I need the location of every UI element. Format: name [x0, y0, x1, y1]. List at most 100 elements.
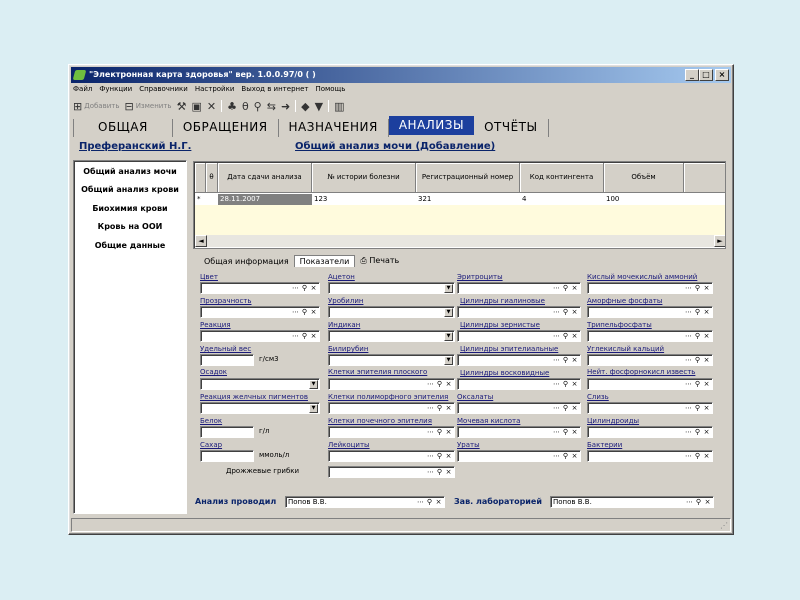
export-icon[interactable]: ➜ [281, 101, 290, 112]
uric-acid-field[interactable]: ⋯ ⚲ × [457, 426, 581, 438]
sidebar-item-blood[interactable]: Общий анализ крови [74, 185, 186, 194]
search-icon[interactable]: ⚲ [254, 101, 262, 112]
hyaline-field[interactable]: ⋯ ⚲ × [457, 306, 581, 318]
sidebar-item-biochem[interactable]: Биохимия крови [74, 204, 186, 213]
ellipsis-icon[interactable]: ⋯ [552, 356, 561, 365]
reaction-field[interactable]: ⋯ ⚲ × [200, 330, 320, 342]
maximize-button[interactable]: □ [699, 69, 713, 81]
clear-icon[interactable]: × [444, 468, 453, 477]
renal-epi-field[interactable]: ⋯ ⚲ × [328, 426, 455, 438]
leukocytes-field[interactable]: ⋯ ⚲ × [328, 450, 455, 462]
search-icon[interactable]: ⚲ [435, 404, 444, 413]
ellipsis-icon[interactable]: ⋯ [426, 428, 435, 437]
search-icon[interactable]: ⚲ [561, 284, 570, 293]
clear-icon[interactable]: × [570, 356, 579, 365]
chevron-down-icon[interactable]: ▼ [444, 308, 453, 317]
tab-analyses[interactable]: АНАЛИЗЫ [388, 116, 475, 135]
amorph-phos-field[interactable]: ⋯ ⚲ × [587, 306, 713, 318]
search-icon[interactable]: ⚲ [561, 404, 570, 413]
menu-file[interactable]: Файл [73, 85, 92, 97]
ellipsis-icon[interactable]: ⋯ [426, 452, 435, 461]
add-button[interactable]: ⊞ Добавить [73, 101, 119, 112]
bilirubin-select[interactable]: ▼ [328, 354, 455, 366]
ellipsis-icon[interactable]: ⋯ [552, 332, 561, 341]
attach-icon[interactable]: θ [242, 101, 249, 112]
search-icon[interactable]: ⚲ [693, 332, 702, 341]
oxalates-field[interactable]: ⋯ ⚲ × [457, 402, 581, 414]
clear-icon[interactable]: × [309, 284, 318, 293]
sugar-input[interactable] [200, 450, 254, 462]
search-icon[interactable]: ⚲ [693, 380, 702, 389]
clear-icon[interactable]: × [702, 404, 711, 413]
import-icon[interactable]: ⇆ [267, 101, 276, 112]
cell-reg[interactable]: 321 [416, 194, 520, 205]
clear-icon[interactable]: × [702, 356, 711, 365]
ellipsis-icon[interactable]: ⋯ [426, 404, 435, 413]
ellipsis-icon[interactable]: ⋯ [685, 498, 694, 507]
clear-icon[interactable]: × [309, 332, 318, 341]
search-icon[interactable]: ⚲ [561, 308, 570, 317]
indican-select[interactable]: ▼ [328, 330, 455, 342]
epithelial-cyl-field[interactable]: ⋯ ⚲ × [457, 354, 581, 366]
save-icon[interactable]: ▣ [191, 101, 201, 112]
patient-name-link[interactable]: Преферанский Н.Г. [79, 141, 191, 152]
ellipsis-icon[interactable]: ⋯ [684, 284, 693, 293]
ellipsis-icon[interactable]: ⋯ [552, 428, 561, 437]
search-icon[interactable]: ⚲ [561, 380, 570, 389]
cylindroids-field[interactable]: ⋯ ⚲ × [587, 426, 713, 438]
ellipsis-icon[interactable]: ⋯ [416, 498, 425, 507]
urates-field[interactable]: ⋯ ⚲ × [457, 450, 581, 462]
chevron-down-icon[interactable]: ▼ [309, 404, 318, 413]
search-icon[interactable]: ⚲ [300, 308, 309, 317]
protein-input[interactable] [200, 426, 254, 438]
ellipsis-icon[interactable]: ⋯ [552, 404, 561, 413]
print-button[interactable]: ⎙ Печать [355, 255, 404, 267]
search-icon[interactable]: ⚲ [694, 498, 703, 507]
ellipsis-icon[interactable]: ⋯ [552, 284, 561, 293]
scroll-right-icon[interactable]: ► [714, 235, 725, 247]
resize-grip-icon[interactable]: ⋰ [720, 521, 728, 530]
ellipsis-icon[interactable]: ⋯ [426, 468, 435, 477]
sidebar-item-ooi[interactable]: Кровь на ООИ [74, 222, 186, 231]
trash-icon[interactable]: ▼ [315, 101, 323, 112]
clear-icon[interactable]: × [702, 428, 711, 437]
search-icon[interactable]: ⚲ [435, 468, 444, 477]
search-icon[interactable]: ⚲ [693, 356, 702, 365]
clear-icon[interactable]: × [444, 428, 453, 437]
ellipsis-icon[interactable]: ⋯ [552, 380, 561, 389]
cell-history[interactable]: 123 [312, 194, 416, 205]
minimize-button[interactable]: _ [685, 69, 699, 81]
erythrocytes-field[interactable]: ⋯ ⚲ × [457, 282, 581, 294]
triple-phos-field[interactable]: ⋯ ⚲ × [587, 330, 713, 342]
ellipsis-icon[interactable]: ⋯ [684, 356, 693, 365]
sidebar-item-urine[interactable]: Общий анализ мочи [74, 167, 186, 176]
edit-button[interactable]: ⊟ Изменить [124, 101, 171, 112]
chevron-down-icon[interactable]: ▼ [444, 332, 453, 341]
tab-visits[interactable]: ОБРАЩЕНИЯ [172, 119, 279, 137]
stamp-icon[interactable]: ♣ [227, 101, 237, 112]
scroll-left-icon[interactable]: ◄ [195, 235, 207, 247]
title-bar[interactable]: "Электронная карта здоровья" вер. 1.0.0.… [71, 67, 731, 83]
bile-select[interactable]: ▼ [200, 402, 320, 414]
ellipsis-icon[interactable]: ⋯ [291, 308, 300, 317]
mucus-field[interactable]: ⋯ ⚲ × [587, 402, 713, 414]
column-header-volume[interactable]: Объём [604, 163, 684, 193]
search-icon[interactable]: ⚲ [435, 428, 444, 437]
clear-icon[interactable]: × [702, 380, 711, 389]
cell-volume[interactable]: 100 [604, 194, 684, 205]
clear-icon[interactable]: × [444, 452, 453, 461]
search-icon[interactable]: ⚲ [693, 452, 702, 461]
tool-icon[interactable]: ◆ [301, 101, 309, 112]
close-button[interactable]: × [715, 69, 729, 81]
ellipsis-icon[interactable]: ⋯ [426, 380, 435, 389]
clear-icon[interactable]: × [570, 428, 579, 437]
attach-column-header[interactable]: θ [206, 163, 218, 193]
clear-icon[interactable]: × [570, 452, 579, 461]
poly-epi-field[interactable]: ⋯ ⚲ × [328, 402, 455, 414]
urobilin-select[interactable]: ▼ [328, 306, 455, 318]
clear-icon[interactable]: × [702, 332, 711, 341]
transparency-field[interactable]: ⋯ ⚲ × [200, 306, 320, 318]
clear-icon[interactable]: × [702, 284, 711, 293]
flat-epi-field[interactable]: ⋯ ⚲ × [328, 378, 455, 390]
search-icon[interactable]: ⚲ [693, 284, 702, 293]
